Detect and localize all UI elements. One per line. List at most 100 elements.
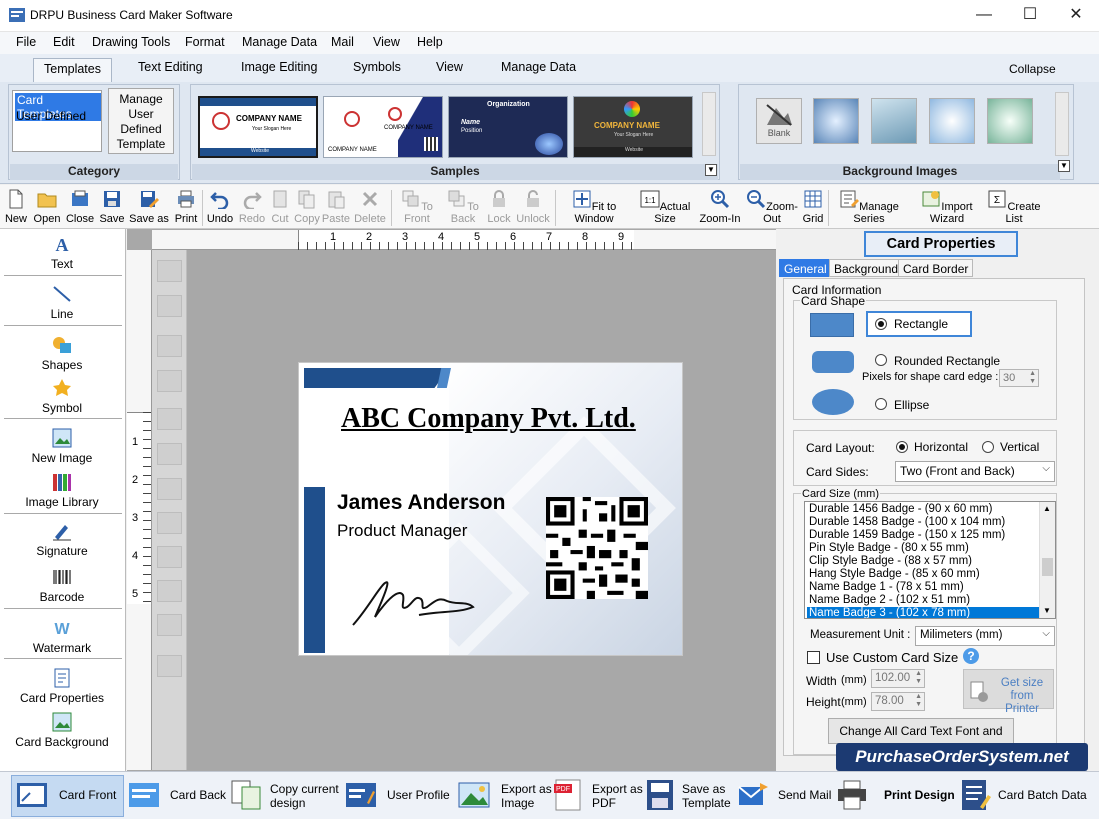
ungroup-objects-button[interactable] [157,295,182,317]
list-item[interactable]: Name Badge 1 - (78 x 51 mm) [807,581,1039,594]
user-profile-button[interactable]: User Profile [345,777,451,815]
align-left-button[interactable] [157,408,182,430]
tool-barcode[interactable]: Barcode [0,567,124,604]
card-front-button[interactable]: Card Front [16,777,122,815]
card-person-name[interactable]: James Anderson [337,491,505,515]
align-bottom-button[interactable] [157,512,182,534]
undo-button[interactable]: Undo [204,187,236,225]
background-image-4[interactable] [987,98,1033,144]
custom-size-label[interactable]: Use Custom Card Size [826,650,958,665]
tab-templates[interactable]: Templates [33,58,112,82]
export-as-pdf-button[interactable]: PDF Export as PDF [553,777,643,815]
background-expand-icon[interactable]: ▼ [1058,160,1070,172]
tab-background[interactable]: Background [829,259,904,277]
tool-new-image[interactable]: New Image [0,428,124,465]
delete-button[interactable]: Delete [352,187,388,225]
rectangle-radio[interactable] [875,318,887,330]
to-front-button[interactable]: To Front [394,187,440,225]
card-size-list[interactable]: Durable 1456 Badge - (90 x 60 mm) Durabl… [804,501,1056,619]
list-item-selected[interactable]: Name Badge 3 - (102 x 78 mm) [807,607,1039,618]
background-image-3[interactable] [929,98,975,144]
collapse-label[interactable]: Collapse [1009,62,1056,76]
align-middle-button[interactable] [157,580,182,602]
tool-text[interactable]: A Text [0,234,124,271]
manage-user-defined-template-button[interactable]: Manage User Defined Template [108,88,174,154]
paste-button[interactable]: Paste [321,187,351,225]
tool-shapes[interactable]: Shapes [0,335,124,372]
ellipse-radio[interactable] [875,398,887,410]
rounded-rectangle-radio[interactable] [875,354,887,366]
list-item[interactable]: Durable 1456 Badge - (90 x 60 mm) [807,503,1039,516]
help-icon[interactable]: ? [963,648,979,664]
background-image-2[interactable] [871,98,917,144]
change-card-text-font-button[interactable]: Change All Card Text Font and Color [828,718,1014,762]
menu-view[interactable]: View [373,35,400,49]
tool-card-background[interactable]: Card Background [0,712,124,749]
export-as-image-button[interactable]: Export as Image [458,777,552,815]
new-button[interactable]: New [3,187,29,225]
sample-template-4[interactable]: COMPANY NAME Your Slogan Here Website [573,96,693,158]
minimize-button[interactable]: — [961,0,1007,31]
save-button[interactable]: Save [98,187,126,225]
list-item[interactable]: Hang Style Badge - (85 x 60 mm) [807,568,1039,581]
save-as-template-button[interactable]: Save as Template [644,777,734,815]
align-right-button[interactable] [157,443,182,465]
card-person-position[interactable]: Product Manager [337,521,467,541]
zoom-in-button[interactable]: Zoom-In [697,187,743,225]
fit-to-window-button[interactable]: Fit to Window [557,187,631,225]
cut-button[interactable]: Cut [268,187,292,225]
background-blank[interactable]: Blank [756,98,802,144]
sample-template-2[interactable]: COMPANY NAME COMPANY NAME [323,96,443,158]
tool-symbol[interactable]: Symbol [0,378,124,415]
move-object-button[interactable] [157,614,182,636]
menu-edit[interactable]: Edit [53,35,75,49]
save-as-button[interactable]: Save as [128,187,170,225]
import-wizard-button[interactable]: Import Wizard [909,187,985,225]
measurement-unit-select[interactable]: Milimeters (mm) ⌵ [915,626,1055,646]
to-back-button[interactable]: To Back [442,187,484,225]
maximize-button[interactable]: ☐ [1007,0,1053,31]
rounded-rectangle-label[interactable]: Rounded Rectangle [894,354,1000,368]
manage-series-button[interactable]: Manage Series [830,187,908,225]
pixels-shape-edge-stepper[interactable]: 30 ▲ ▼ [999,369,1039,387]
unlock-button[interactable]: Unlock [514,187,552,225]
lock-object-button[interactable] [157,335,182,357]
print-button[interactable]: Print [172,187,200,225]
card-back-button[interactable]: Card Back [128,777,226,815]
business-card-preview[interactable]: ABC Company Pvt. Ltd. James Anderson Pro… [298,362,683,656]
category-list[interactable]: Card Templates User Defined [12,90,102,152]
list-item[interactable]: Name Badge 2 - (102 x 51 mm) [807,594,1039,607]
horizontal-label[interactable]: Horizontal [914,440,968,454]
card-batch-data-button[interactable]: Card Batch Data [960,777,1090,815]
align-top-button[interactable] [157,478,182,500]
align-center-button[interactable] [157,546,182,568]
tool-card-properties[interactable]: Card Properties [0,668,124,705]
tool-image-library[interactable]: Image Library [0,472,124,509]
vertical-label[interactable]: Vertical [1000,440,1039,454]
card-sides-select[interactable]: Two (Front and Back) ⌵ [895,461,1055,482]
list-item[interactable]: Clip Style Badge - (88 x 57 mm) [807,555,1039,568]
zoom-out-button[interactable]: Zoom-Out [744,187,800,225]
card-size-scrollbar[interactable]: ▲ ▼ [1039,502,1055,618]
horizontal-radio[interactable] [896,441,908,453]
sample-template-3[interactable]: Organization Name Position [448,96,568,158]
send-mail-button[interactable]: Send Mail [738,777,834,815]
menu-manage-data[interactable]: Manage Data [242,35,317,49]
list-item[interactable]: Durable 1458 Badge - (100 x 104 mm) [807,516,1039,529]
background-scrollbar[interactable] [1055,92,1069,156]
grid-button[interactable]: Grid [800,187,826,225]
tab-symbols[interactable]: Symbols [353,60,401,74]
redo-button[interactable]: Redo [237,187,267,225]
copy-current-design-button[interactable]: Copy current design [230,777,342,815]
list-item[interactable]: Pin Style Badge - (80 x 55 mm) [807,542,1039,555]
card-signature-image[interactable] [349,567,479,631]
zoom-object-button[interactable] [157,655,182,677]
tool-watermark[interactable]: W Watermark [0,618,124,655]
category-item-user-defined[interactable]: User Defined [16,109,86,123]
rectangle-label[interactable]: Rectangle [894,317,948,331]
width-field[interactable]: 102.00 ▲ ▼ [871,669,925,688]
group-objects-button[interactable] [157,260,182,282]
menu-help[interactable]: Help [417,35,443,49]
get-size-from-printer-button[interactable]: Get size from Printer [963,669,1054,715]
tab-card-border[interactable]: Card Border [898,259,974,277]
